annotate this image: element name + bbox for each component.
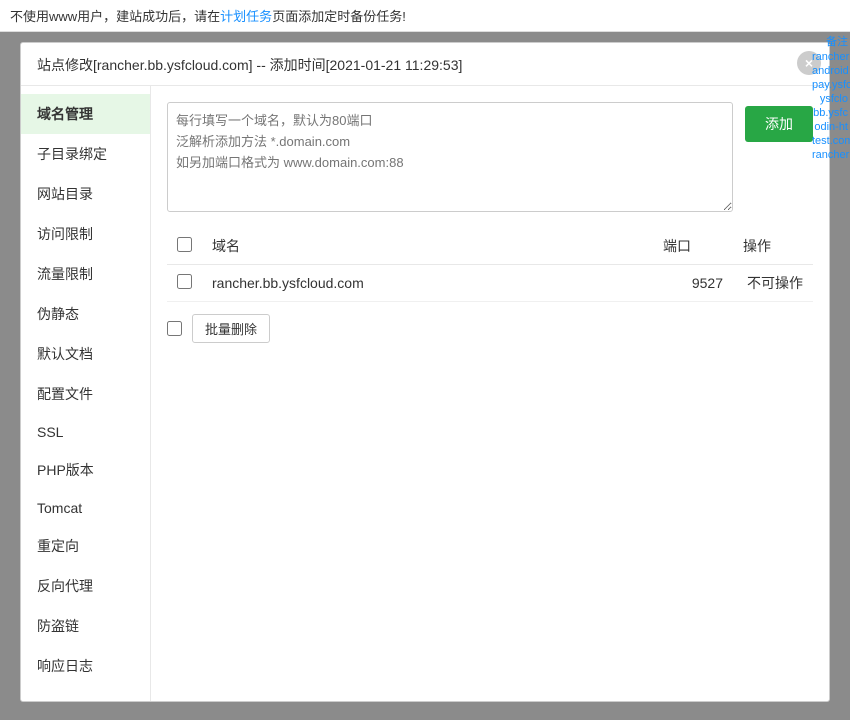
main-content-area: 添加 域名 端口 操作 xyxy=(151,86,829,701)
modal-body: 域名管理子目录绑定网站目录访问限制流量限制伪静态默认文档配置文件SSLPHP版本… xyxy=(21,86,829,701)
right-bg-item: android xyxy=(810,64,850,78)
sidebar-item-4[interactable]: 流量限制 xyxy=(21,254,150,294)
right-bg-item: pay.ysfc xyxy=(810,78,850,92)
right-bg-item: rancher xyxy=(810,148,850,162)
sidebar-item-13[interactable]: 防盗链 xyxy=(21,606,150,646)
table-header-row: 域名 端口 操作 xyxy=(167,228,813,265)
notice-link[interactable]: 计划任务 xyxy=(220,9,272,24)
sidebar-item-7[interactable]: 配置文件 xyxy=(21,374,150,414)
sidebar-item-5[interactable]: 伪静态 xyxy=(21,294,150,334)
col-port: 端口 xyxy=(653,228,733,265)
add-domain-button[interactable]: 添加 xyxy=(745,106,813,142)
notice-text2: 页面添加定时备份任务! xyxy=(272,9,406,24)
sidebar-item-6[interactable]: 默认文档 xyxy=(21,334,150,374)
domain-textarea[interactable] xyxy=(167,102,733,212)
col-checkbox xyxy=(167,228,202,265)
right-bg-item: ysfclo xyxy=(810,92,850,106)
sidebar-item-12[interactable]: 反向代理 xyxy=(21,566,150,606)
right-bg-item: bb.ysfc xyxy=(810,106,850,120)
sidebar-nav: 域名管理子目录绑定网站目录访问限制流量限制伪静态默认文档配置文件SSLPHP版本… xyxy=(21,86,151,701)
batch-delete-button[interactable]: 批量删除 xyxy=(192,314,270,343)
modal-title: 站点修改[rancher.bb.ysfcloud.com] -- 添加时间[20… xyxy=(37,57,462,73)
top-notice-bar: 不使用www用户，建站成功后，请在计划任务页面添加定时备份任务! xyxy=(0,0,850,32)
notice-text: 不使用www用户，建站成功后，请在 xyxy=(10,9,220,24)
modal-header: 站点修改[rancher.bb.ysfcloud.com] -- 添加时间[20… xyxy=(21,43,829,86)
sidebar-item-1[interactable]: 子目录绑定 xyxy=(21,134,150,174)
sidebar-item-8[interactable]: SSL xyxy=(21,414,150,450)
modal-overlay: 站点修改[rancher.bb.ysfcloud.com] -- 添加时间[20… xyxy=(0,32,850,720)
sidebar-item-0[interactable]: 域名管理 xyxy=(21,94,150,134)
col-action: 操作 xyxy=(733,228,813,265)
sidebar-item-11[interactable]: 重定向 xyxy=(21,526,150,566)
batch-row: 批量删除 xyxy=(167,314,813,343)
port-cell: 9527 xyxy=(653,265,733,302)
sidebar-item-3[interactable]: 访问限制 xyxy=(21,214,150,254)
batch-select-checkbox[interactable] xyxy=(167,321,182,336)
action-cell: 不可操作 xyxy=(733,265,813,302)
col-domain: 域名 xyxy=(202,228,653,265)
right-bg-item: test.com xyxy=(810,134,850,148)
sidebar-item-14[interactable]: 响应日志 xyxy=(21,646,150,686)
sidebar-item-9[interactable]: PHP版本 xyxy=(21,450,150,490)
domain-table: 域名 端口 操作 rancher.bb.ysfcloud.com9527不可操作 xyxy=(167,228,813,302)
sidebar-item-10[interactable]: Tomcat xyxy=(21,490,150,526)
right-bg-item: rancher xyxy=(810,50,850,64)
right-bg-list: 备注rancherandroidpay.ysfcysfclobb.ysfcodi… xyxy=(810,32,850,162)
table-row: rancher.bb.ysfcloud.com9527不可操作 xyxy=(167,265,813,302)
sidebar-item-2[interactable]: 网站目录 xyxy=(21,174,150,214)
domain-name-cell: rancher.bb.ysfcloud.com xyxy=(202,265,653,302)
select-all-checkbox[interactable] xyxy=(177,237,192,252)
row-checkbox-0[interactable] xyxy=(177,274,192,289)
right-bg-item: 备注 xyxy=(810,32,850,50)
modal-dialog: 站点修改[rancher.bb.ysfcloud.com] -- 添加时间[20… xyxy=(20,42,830,702)
domain-input-row: 添加 xyxy=(167,102,813,212)
right-bg-item: odin-ht xyxy=(810,120,850,134)
